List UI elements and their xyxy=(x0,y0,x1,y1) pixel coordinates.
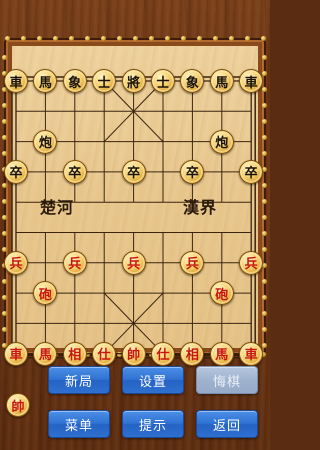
black-piece[interactable]: 車 xyxy=(239,69,264,93)
black-piece[interactable]: 卒 xyxy=(121,159,146,184)
turn-indicator-piece: 帥 xyxy=(6,393,30,417)
river-label-han-jie: 漢界 xyxy=(183,198,218,217)
hint-button[interactable]: 提示 xyxy=(122,410,184,438)
black-piece[interactable]: 車 xyxy=(4,69,28,93)
river-label-chu-he: 楚河 xyxy=(40,198,75,217)
red-piece[interactable]: 兵 xyxy=(62,250,87,275)
back-button[interactable]: 返回 xyxy=(196,410,258,438)
black-piece[interactable]: 炮 xyxy=(209,129,234,154)
red-piece[interactable]: 兵 xyxy=(239,250,264,275)
red-piece[interactable]: 砲 xyxy=(209,281,234,306)
red-piece[interactable]: 兵 xyxy=(121,250,146,275)
black-piece[interactable]: 馬 xyxy=(209,69,234,93)
undo-button[interactable]: 悔棋 xyxy=(196,366,258,394)
black-piece[interactable]: 象 xyxy=(62,69,87,93)
black-piece[interactable]: 士 xyxy=(92,69,117,93)
black-piece[interactable]: 卒 xyxy=(4,159,28,184)
red-piece[interactable]: 車 xyxy=(4,341,28,366)
black-piece[interactable]: 將 xyxy=(121,69,146,93)
red-piece[interactable]: 兵 xyxy=(4,250,28,275)
menu-button[interactable]: 菜单 xyxy=(48,410,110,438)
new-game-button[interactable]: 新局 xyxy=(48,366,110,394)
settings-button[interactable]: 设置 xyxy=(122,366,184,394)
black-piece[interactable]: 士 xyxy=(151,69,175,93)
black-piece[interactable]: 炮 xyxy=(33,129,58,154)
control-panel: 新局 设置 悔棋 菜单 提示 返回 xyxy=(42,360,264,446)
black-piece[interactable]: 卒 xyxy=(239,159,264,184)
black-piece[interactable]: 卒 xyxy=(62,159,87,184)
